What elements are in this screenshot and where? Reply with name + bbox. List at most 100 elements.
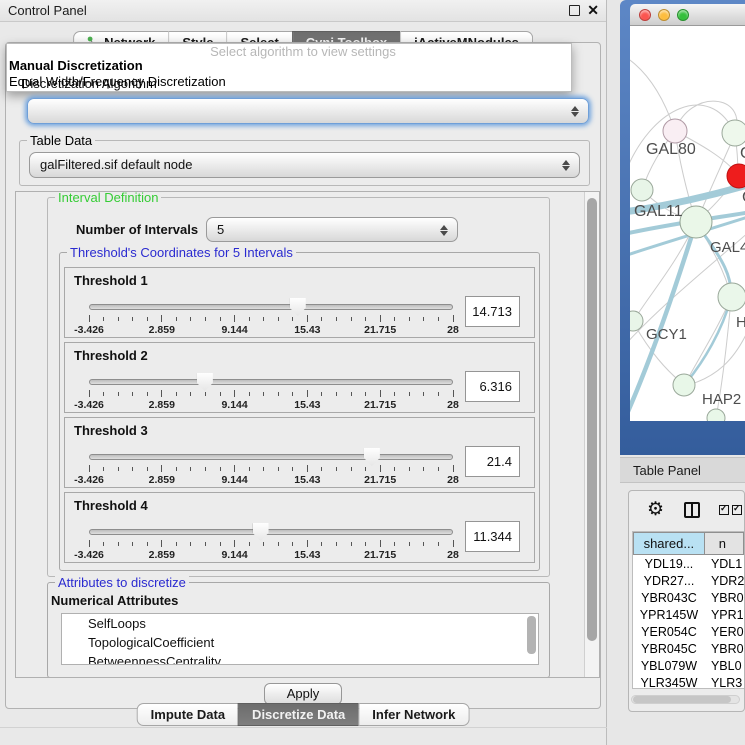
network-graph: GAL80G.CGAL11GAL4GCY1HHAP2 (630, 26, 745, 421)
number-of-intervals-value: 5 (217, 222, 224, 237)
threshold-slider[interactable]: -3.4262.8599.14415.4321.71528 (89, 448, 453, 486)
slider-tick-labels: -3.4262.8599.14415.4321.71528 (89, 549, 453, 561)
numerical-attributes-list[interactable]: SelfLoopsTopologicalCoefficientBetweenne… (61, 613, 539, 665)
network-node[interactable] (718, 283, 745, 311)
slider-track[interactable] (89, 454, 453, 460)
table-cell: YLR3 (705, 674, 744, 689)
slider-track[interactable] (89, 529, 453, 535)
network-node-label: GCY1 (646, 326, 687, 343)
table-data-combo[interactable]: galFiltered.sif default node (29, 152, 580, 178)
slider-ticks (89, 465, 453, 473)
slider-track[interactable] (89, 304, 453, 310)
columns-icon[interactable] (684, 502, 700, 518)
table-row[interactable]: YDL19...YDL1 (633, 555, 744, 572)
threshold-label: Threshold 4 (74, 498, 148, 513)
list-scrollbar-thumb[interactable] (527, 616, 536, 654)
tab-impute-data[interactable]: Impute Data (137, 703, 238, 726)
interval-definition-group: Interval Definition Number of Intervals … (47, 197, 550, 577)
table-cell: YBR045C (633, 640, 705, 657)
network-window-titlebar[interactable] (630, 4, 745, 26)
checkbox-icon[interactable] (732, 505, 742, 515)
network-node[interactable] (707, 409, 725, 421)
threshold-value-input[interactable] (465, 371, 520, 402)
table-row[interactable]: YBR043CYBR0 (633, 589, 744, 606)
popup-option-manual[interactable]: Manual Discretization (9, 58, 143, 73)
threshold-slider[interactable]: -3.4262.8599.14415.4321.71528 (89, 523, 453, 561)
network-node[interactable] (631, 179, 653, 201)
network-node[interactable] (727, 164, 745, 188)
horizontal-scrollbar-thumb[interactable] (633, 696, 731, 703)
threshold-slider[interactable]: -3.4262.8599.14415.4321.71528 (89, 373, 453, 411)
table-cell: YLR345W (633, 674, 705, 689)
network-edge[interactable] (685, 326, 745, 386)
table-cell: YPR1 (705, 606, 744, 623)
table-cell: YPR145W (633, 606, 705, 623)
cyni-toolbox-panel: Discretization Algorithm Select algorith… (5, 42, 601, 709)
attributes-group: Attributes to discretize Numerical Attri… (47, 582, 550, 678)
slider-track[interactable] (89, 379, 453, 385)
column-header[interactable]: n (705, 532, 744, 555)
table-cell: YBR043C (633, 589, 705, 606)
thresholds-group-label: Threshold's Coordinates for 5 Intervals (67, 245, 296, 260)
table-cell: YDR27... (633, 572, 705, 589)
tab-discretize-data[interactable]: Discretize Data (238, 703, 358, 726)
threshold-slider[interactable]: -3.4262.8599.14415.4321.71528 (89, 298, 453, 336)
scrollbar-track[interactable] (584, 192, 599, 677)
network-edge[interactable] (630, 56, 675, 131)
scrollbar-thumb[interactable] (587, 198, 597, 641)
table-cell: YBL079W (633, 657, 705, 674)
close-icon[interactable]: ✕ (587, 2, 599, 19)
tab-infer-network[interactable]: Infer Network (358, 703, 469, 726)
algorithm-combo[interactable] (27, 98, 589, 124)
network-view-window[interactable]: GAL80G.CGAL11GAL4GCY1HHAP2 (620, 0, 745, 455)
slider-thumb[interactable] (253, 523, 269, 541)
network-node-label: GAL4 (710, 239, 745, 256)
table-row[interactable]: YPR145WYPR1 (633, 606, 744, 623)
network-node[interactable] (673, 374, 695, 396)
attribute-list-item[interactable]: TopologicalCoefficient (62, 633, 538, 652)
attribute-list-item[interactable]: BetweennessCentrality (62, 652, 538, 665)
threshold-value-input[interactable] (465, 446, 520, 477)
slider-thumb[interactable] (197, 373, 213, 391)
node-table: shared...n YDL19...YDL1YDR27...YDR2YBR04… (632, 531, 744, 689)
network-edge[interactable] (685, 298, 731, 384)
window-title: Control Panel (8, 3, 87, 18)
float-window-icon[interactable] (569, 5, 580, 16)
table-row[interactable]: YER054CYER0 (633, 623, 744, 640)
zoom-traffic-light[interactable] (677, 9, 689, 21)
table-row[interactable]: YLR345WYLR3 (633, 674, 744, 689)
network-node[interactable] (680, 206, 712, 238)
interval-definition-label: Interval Definition (55, 191, 161, 205)
combo-stepper-icon (562, 157, 571, 173)
minimize-traffic-light[interactable] (658, 9, 670, 21)
threshold-value-input[interactable] (465, 521, 520, 552)
network-canvas[interactable]: GAL80G.CGAL11GAL4GCY1HHAP2 (630, 26, 745, 421)
gear-icon[interactable]: ⚙ (647, 500, 664, 519)
checkbox-icon[interactable] (719, 505, 729, 515)
popup-option-equal-width[interactable]: Equal Width/Frequency Discretization (9, 74, 226, 89)
slider-thumb[interactable] (290, 298, 306, 316)
tab-label: Impute Data (151, 704, 225, 725)
slider-thumb[interactable] (364, 448, 380, 466)
threshold-value-input[interactable] (465, 296, 520, 327)
table-row[interactable]: YBR045CYBR0 (633, 640, 744, 657)
combo-stepper-icon (571, 103, 580, 119)
network-node-label: GAL80 (646, 141, 696, 158)
horizontal-scrollbar-track[interactable] (631, 695, 740, 704)
network-node[interactable] (663, 119, 687, 143)
apply-button[interactable]: Apply (264, 683, 342, 705)
table-cell: YDR2 (705, 572, 744, 589)
close-traffic-light[interactable] (639, 9, 651, 21)
threshold-box: Threshold 1-3.4262.8599.14415.4321.71528 (64, 267, 535, 338)
table-row[interactable]: YBL079WYBL0 (633, 657, 744, 674)
tab-label: Discretize Data (252, 704, 345, 725)
table-panel-window: ⚙ shared...n YDL19...YDL1YDR27...YDR2YBR… (628, 490, 745, 712)
network-node[interactable] (722, 120, 745, 146)
threshold-label: Threshold 3 (74, 423, 148, 438)
table-cell: YBR0 (705, 589, 744, 606)
table-row[interactable]: YDR27...YDR2 (633, 572, 744, 589)
table-data-value: galFiltered.sif default node (40, 157, 192, 172)
column-header[interactable]: shared... (633, 532, 705, 555)
number-of-intervals-combo[interactable]: 5 (206, 217, 458, 242)
attribute-list-item[interactable]: SelfLoops (62, 614, 538, 633)
